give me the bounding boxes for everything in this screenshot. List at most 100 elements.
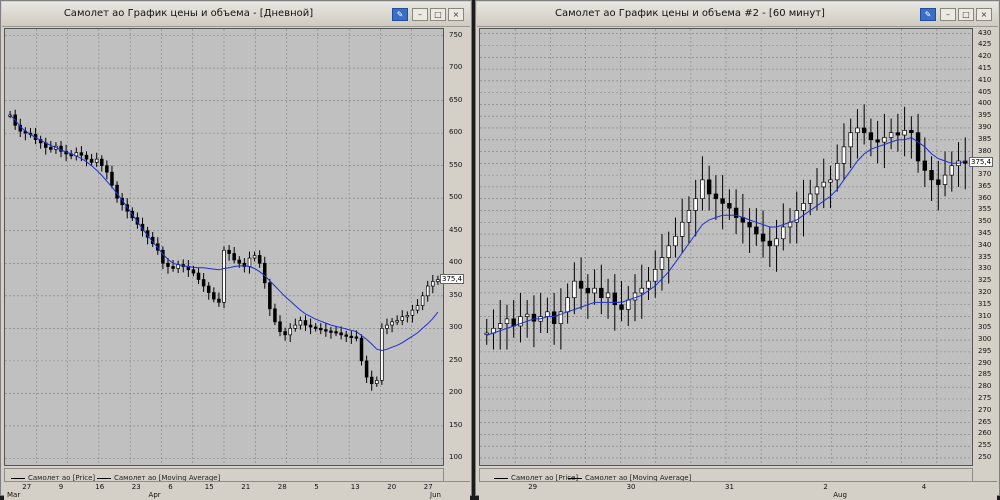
- pin-icon[interactable]: ✎: [392, 8, 408, 21]
- y-tick-label: 400: [449, 258, 463, 267]
- x-month-label: Mar: [7, 491, 21, 499]
- close-icon[interactable]: ×: [448, 8, 464, 21]
- candle-body: [329, 330, 333, 333]
- y-axis: 4304254204154104054003953903853803753703…: [975, 28, 999, 466]
- candle-body: [504, 318, 510, 324]
- candle-body: [262, 262, 267, 284]
- y-tick-label: 250: [449, 355, 463, 364]
- y-tick-label: 315: [978, 299, 992, 308]
- candle-body: [298, 320, 303, 326]
- maximize-icon[interactable]: □: [958, 8, 974, 21]
- candle-body: [247, 257, 252, 267]
- candle-body: [841, 146, 847, 164]
- price-plot-area[interactable]: [479, 28, 973, 466]
- candle-body: [659, 257, 665, 270]
- chart-window-daily[interactable]: Самолет ао График цены и объема - [Дневн…: [0, 0, 472, 500]
- candle-body: [268, 282, 272, 310]
- x-tick-label: 27: [423, 483, 433, 491]
- candle-body: [420, 295, 425, 306]
- candle-body: [605, 292, 611, 299]
- x-axis: 29 30 31 2 4 Aug: [479, 481, 997, 500]
- candle-body: [364, 360, 369, 378]
- candle-body: [828, 179, 833, 183]
- maximize-icon[interactable]: □: [430, 8, 446, 21]
- candle-body: [882, 137, 887, 143]
- x-tick-label: 5: [314, 483, 319, 491]
- y-tick-label: 390: [978, 122, 992, 131]
- candle-body: [395, 320, 399, 323]
- candle-body: [774, 238, 779, 247]
- candle-body: [801, 203, 806, 211]
- close-icon[interactable]: ×: [976, 8, 992, 21]
- y-tick-label: 425: [978, 40, 992, 49]
- title-bar[interactable]: Самолет ао График цены и объема #2 - [60…: [477, 2, 998, 27]
- candle-body: [212, 292, 216, 300]
- pin-icon[interactable]: ✎: [920, 8, 936, 21]
- y-tick-label: 255: [978, 441, 992, 450]
- candle-body: [431, 281, 435, 287]
- x-tick-label: 6: [168, 483, 173, 491]
- y-tick-label: 270: [978, 405, 992, 414]
- candle-body: [354, 336, 359, 339]
- y-tick-label: 430: [978, 28, 992, 37]
- y-tick-label: 395: [978, 111, 992, 120]
- y-tick-label: 340: [978, 240, 992, 249]
- x-tick-label: 28: [277, 483, 287, 491]
- candle-body: [551, 311, 557, 324]
- candle-body: [511, 318, 516, 327]
- candle-body: [821, 181, 826, 188]
- y-tick-label: 300: [449, 323, 463, 332]
- candle-body: [942, 174, 948, 185]
- candle-body: [902, 129, 907, 136]
- y-tick-label: 750: [449, 30, 463, 39]
- candle-body: [110, 171, 114, 186]
- price-plot-area[interactable]: [4, 28, 444, 466]
- candle-body: [49, 147, 53, 150]
- candle-body: [754, 226, 759, 235]
- candle-body: [922, 160, 928, 171]
- y-tick-label: 265: [978, 417, 992, 426]
- candle-body: [713, 193, 719, 200]
- candle-body: [767, 240, 773, 247]
- chart-svg: [480, 29, 972, 465]
- minimize-icon[interactable]: –: [412, 8, 428, 21]
- chart-window-60min[interactable]: Самолет ао График цены и объема #2 - [60…: [475, 0, 1000, 500]
- title-bar[interactable]: Самолет ао График цены и объема - [Дневн…: [2, 2, 470, 27]
- y-tick-label: 350: [978, 217, 992, 226]
- candle-body: [700, 179, 705, 200]
- x-tick-label: 30: [626, 483, 636, 491]
- candle-body: [237, 259, 242, 264]
- candle-body: [324, 329, 328, 332]
- candle-body: [666, 245, 671, 258]
- candle-body: [524, 313, 530, 317]
- y-tick-label: 290: [978, 358, 992, 367]
- candle-body: [375, 380, 379, 385]
- candle-body: [313, 326, 318, 329]
- candle-body: [781, 226, 786, 240]
- candle-body: [639, 287, 644, 294]
- x-month-label: Aug: [833, 491, 847, 499]
- minimize-icon[interactable]: –: [940, 8, 956, 21]
- candle-body: [105, 165, 109, 173]
- y-tick-label: 700: [449, 63, 463, 72]
- y-tick-label: 550: [449, 160, 463, 169]
- window-title: Самолет ао График цены и объема #2 - [60…: [555, 8, 825, 19]
- candle-body: [349, 335, 354, 339]
- x-tick-label: 31: [725, 483, 734, 491]
- candle-body: [632, 292, 638, 301]
- candle-body: [410, 309, 415, 316]
- candle-body: [293, 324, 298, 329]
- candle-body: [206, 285, 211, 293]
- y-tick-label: 355: [978, 205, 992, 214]
- y-tick-label: 150: [449, 420, 463, 429]
- x-tick-label: 27: [22, 483, 32, 491]
- candle-body: [727, 203, 732, 209]
- window-title: Самолет ао График цены и объема - [Дневн…: [63, 8, 314, 19]
- candle-body: [545, 311, 550, 317]
- current-price-label: 375,4: [440, 273, 465, 284]
- candle-body: [686, 210, 692, 223]
- y-tick-label: 600: [449, 128, 463, 137]
- candle-body: [888, 132, 894, 138]
- candle-body: [929, 170, 934, 181]
- candle-body: [612, 292, 617, 306]
